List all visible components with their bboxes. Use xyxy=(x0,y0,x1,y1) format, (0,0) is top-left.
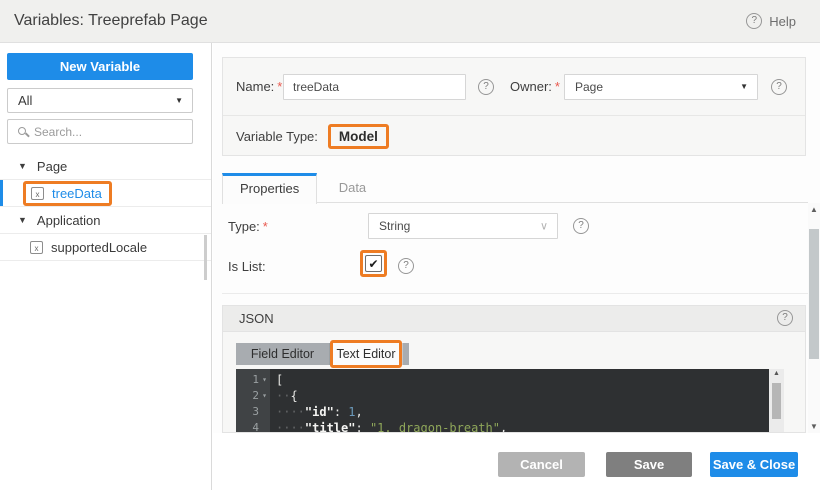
code-line: 4 ····"title": "1. dragon-breath", xyxy=(236,420,769,433)
name-help-icon[interactable]: ? xyxy=(478,79,494,95)
variable-type-value: Model xyxy=(339,129,378,144)
page-title: Variables: Treeprefab Page xyxy=(14,0,208,42)
save-button[interactable]: Save xyxy=(606,452,692,477)
fold-icon[interactable]: ▾ xyxy=(259,372,270,388)
type-selected-value: String xyxy=(379,214,410,238)
section-divider xyxy=(222,293,808,294)
annotation-highlight: x treeData xyxy=(23,181,112,206)
code-line: 1▾ [ xyxy=(236,372,769,388)
required-mark: * xyxy=(555,79,560,94)
line-number: 3 xyxy=(252,404,259,420)
tree-item-label: supportedLocale xyxy=(51,240,147,255)
owner-selected-value: Page xyxy=(575,75,603,99)
annotation-highlight: Text Editor xyxy=(330,340,402,368)
variable-summary-panel: Name:* ? Owner:* Page ▼ ? Variable Type:… xyxy=(222,57,806,156)
type-row: Type:* String ∨ ? xyxy=(213,213,808,239)
text-editor-button[interactable]: Text Editor xyxy=(333,343,399,365)
type-help-icon[interactable]: ? xyxy=(573,218,589,234)
owner-help-icon[interactable]: ? xyxy=(771,79,787,95)
check-icon: ✔ xyxy=(368,258,378,270)
variable-type-label: Variable Type: xyxy=(236,129,318,144)
is-list-row: Is List: ✔ ? xyxy=(213,253,808,283)
variables-sidebar: New Variable All ▼ ▼ Page x treeData ▼ A… xyxy=(0,43,212,490)
variable-detail-panel: Name:* ? Owner:* Page ▼ ? Variable Type:… xyxy=(213,43,820,433)
scroll-up-icon[interactable]: ▲ xyxy=(808,205,820,214)
content-scrollbar[interactable]: ▲ ▼ xyxy=(808,203,820,433)
caret-down-icon[interactable]: ▼ xyxy=(18,161,27,171)
help-link[interactable]: ? Help xyxy=(746,13,796,29)
owner-select[interactable]: Page ▼ xyxy=(564,74,758,100)
tree-item-label: treeData xyxy=(52,186,102,201)
toggle-end-cap xyxy=(402,343,409,365)
tree-item-treedata[interactable]: x treeData xyxy=(0,180,211,207)
caret-down-icon[interactable]: ▼ xyxy=(18,215,27,225)
tab-properties[interactable]: Properties xyxy=(222,173,317,204)
help-icon[interactable]: ? xyxy=(746,13,762,29)
content-scrollbar-thumb[interactable] xyxy=(809,229,819,359)
tab-data[interactable]: Data xyxy=(322,173,383,203)
variables-tree: ▼ Page x treeData ▼ Application x suppor… xyxy=(0,153,211,261)
line-number: 4 xyxy=(252,420,259,433)
scroll-down-icon[interactable]: ▼ xyxy=(808,422,820,431)
field-editor-button[interactable]: Field Editor xyxy=(236,343,330,365)
json-code-editor[interactable]: 1▾ [ 2▾ ··{ 3 ····"id": 1, 4 ····"title"… xyxy=(236,369,769,433)
editor-scrollbar-thumb[interactable] xyxy=(772,383,781,419)
variable-icon: x xyxy=(31,187,44,200)
select-arrow-icon: ▼ xyxy=(175,96,183,105)
owner-label: Owner:* xyxy=(510,79,560,94)
type-label: Type:* xyxy=(228,219,268,234)
type-select[interactable]: String ∨ xyxy=(368,213,558,239)
filter-selected-value: All xyxy=(18,89,32,112)
tree-group-page[interactable]: ▼ Page xyxy=(0,153,211,180)
editor-scrollbar[interactable]: ▲ xyxy=(769,369,784,433)
chevron-down-icon: ∨ xyxy=(540,220,548,233)
code-line: 3 ····"id": 1, xyxy=(236,404,769,420)
scroll-up-icon[interactable]: ▲ xyxy=(769,370,784,377)
is-list-help-icon[interactable]: ? xyxy=(398,258,414,274)
search-icon xyxy=(18,127,26,135)
dialog-header: Variables: Treeprefab Page ? Help xyxy=(0,0,820,43)
select-arrow-icon: ▼ xyxy=(740,82,748,91)
cancel-button[interactable]: Cancel xyxy=(498,452,585,477)
tree-group-label: Application xyxy=(37,213,101,228)
new-variable-button[interactable]: New Variable xyxy=(7,53,193,80)
is-list-label: Is List: xyxy=(228,259,266,274)
sidebar-scrollbar-thumb[interactable] xyxy=(204,235,207,280)
annotation-highlight: ✔ xyxy=(360,250,387,277)
json-panel-header: JSON ? xyxy=(223,306,805,332)
save-and-close-button[interactable]: Save & Close xyxy=(710,452,798,477)
is-list-checkbox[interactable]: ✔ xyxy=(365,255,382,272)
variables-dialog: Variables: Treeprefab Page ? Help New Va… xyxy=(0,0,820,490)
json-help-icon[interactable]: ? xyxy=(777,310,793,326)
fold-icon[interactable]: ▾ xyxy=(259,388,270,404)
annotation-highlight: Model xyxy=(328,124,389,149)
search-input[interactable] xyxy=(34,121,184,142)
json-panel: JSON ? Field Editor Text Editor 1▾ [ xyxy=(222,305,806,433)
line-number: 2 xyxy=(252,388,259,404)
json-panel-title: JSON xyxy=(239,306,274,331)
required-mark: * xyxy=(263,219,268,234)
panel-divider xyxy=(223,115,805,116)
help-label[interactable]: Help xyxy=(769,14,796,29)
line-number: 1 xyxy=(252,372,259,388)
tree-group-label: Page xyxy=(37,159,67,174)
variable-filter-select[interactable]: All ▼ xyxy=(7,88,193,113)
variable-search[interactable] xyxy=(7,119,193,144)
detail-tabbar: Properties Data xyxy=(222,173,808,203)
code-line: 2▾ ··{ xyxy=(236,388,769,404)
editor-mode-toggle: Field Editor Text Editor xyxy=(236,340,409,368)
variable-icon: x xyxy=(30,241,43,254)
tree-group-application[interactable]: ▼ Application xyxy=(0,207,211,234)
dialog-footer: Cancel Save Save & Close xyxy=(213,433,820,490)
tree-item-supportedlocale[interactable]: x supportedLocale xyxy=(0,234,211,261)
name-field[interactable] xyxy=(283,74,466,100)
